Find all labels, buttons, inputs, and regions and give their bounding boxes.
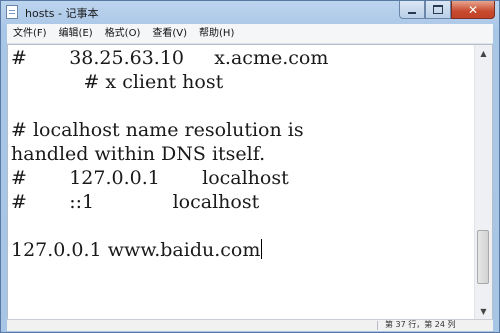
window-controls: ✕ xyxy=(399,1,495,21)
menu-format[interactable]: 格式(O) xyxy=(99,24,147,43)
scroll-up-button[interactable]: ▲ xyxy=(475,45,492,62)
text-editor[interactable]: # 38.25.63.10 x.acme.com # x client host… xyxy=(7,44,493,321)
status-bar: 第 37 行，第 24 列 xyxy=(7,319,493,331)
notepad-icon xyxy=(6,5,18,19)
arrow-down-icon: ▼ xyxy=(480,307,487,316)
minimize-icon xyxy=(408,11,416,14)
editor-line: # 38.25.63.10 x.acme.com xyxy=(11,47,329,69)
arrow-up-icon: ▲ xyxy=(480,49,487,58)
status-divider xyxy=(377,321,378,330)
editor-line-text: 127.0.0.1 www.baidu.com xyxy=(11,239,261,261)
cursor-position: 第 37 行，第 24 列 xyxy=(385,320,456,329)
close-icon: ✕ xyxy=(467,2,479,17)
editor-line: # ::1 localhost xyxy=(11,191,260,213)
editor-line: handled within DNS itself. xyxy=(11,143,266,165)
menu-view[interactable]: 查看(V) xyxy=(146,24,193,43)
editor-line: # localhost name resolution is xyxy=(11,119,304,141)
text-caret xyxy=(261,239,263,259)
title-bar[interactable]: hosts - 记事本 ✕ xyxy=(1,1,499,24)
window-title: hosts - 记事本 xyxy=(25,7,99,20)
scroll-down-button[interactable]: ▼ xyxy=(475,303,492,320)
vertical-scrollbar[interactable]: ▲ ▼ xyxy=(474,45,492,320)
scroll-thumb[interactable] xyxy=(477,230,489,284)
editor-line: # x client host xyxy=(11,71,224,93)
minimize-button[interactable] xyxy=(399,1,425,19)
maximize-button[interactable] xyxy=(425,1,451,19)
editor-line-last: 127.0.0.1 www.baidu.com xyxy=(11,238,263,262)
notepad-window: hosts - 记事本 ✕ 文件(F) 编辑(E) 格式(O) 查看(V) 帮助… xyxy=(0,0,500,333)
maximize-icon xyxy=(433,5,443,14)
menu-edit[interactable]: 编辑(E) xyxy=(53,24,99,43)
editor-line: # 127.0.0.1 localhost xyxy=(11,167,289,189)
editor-text-area[interactable]: # 38.25.63.10 x.acme.com # x client host… xyxy=(11,45,474,320)
menu-help[interactable]: 帮助(H) xyxy=(193,24,240,43)
menu-file[interactable]: 文件(F) xyxy=(7,24,53,43)
menu-bar: 文件(F) 编辑(E) 格式(O) 查看(V) 帮助(H) xyxy=(7,24,493,44)
close-button[interactable]: ✕ xyxy=(451,1,495,19)
